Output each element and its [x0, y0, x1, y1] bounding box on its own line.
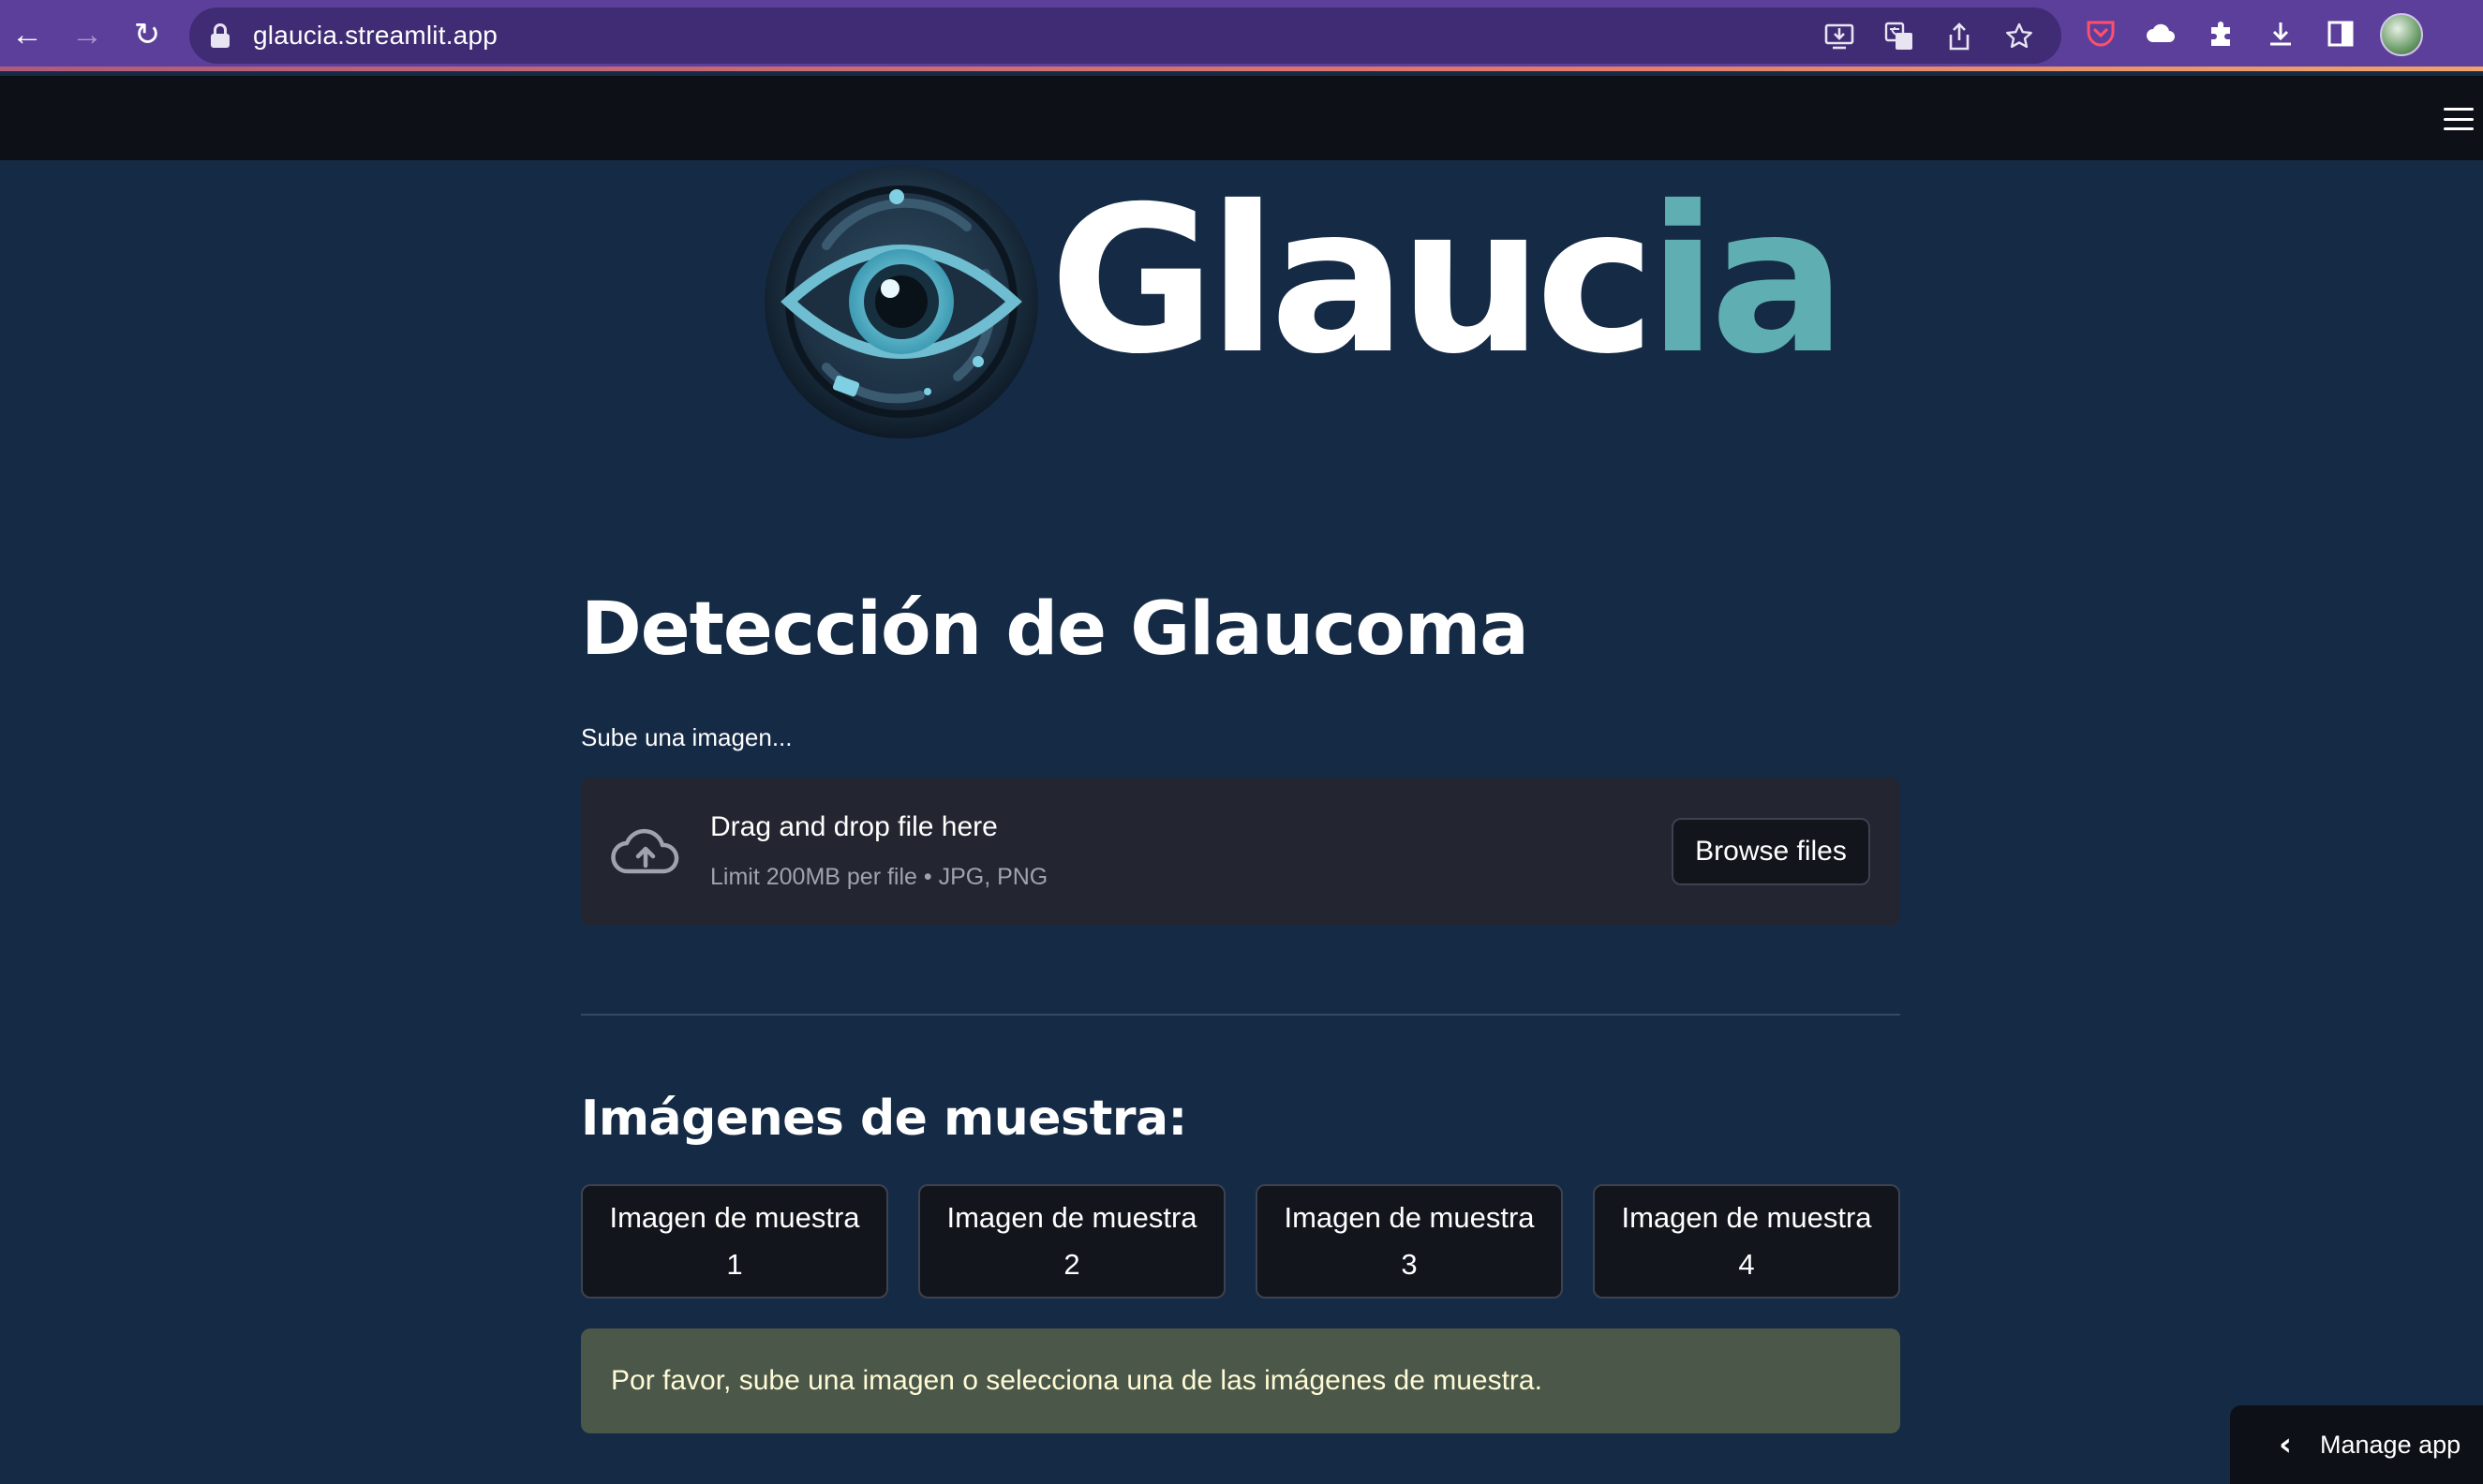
pocket-icon[interactable] [2080, 13, 2121, 54]
side-panel-icon[interactable] [2320, 13, 2361, 54]
page-title: Detección de Glaucoma [581, 587, 1529, 672]
file-dropzone[interactable]: Drag and drop file here Limit 200MB per … [581, 778, 1900, 926]
install-app-icon[interactable] [1820, 17, 1859, 56]
sample-button-number: 3 [1401, 1248, 1418, 1281]
lock-icon[interactable] [210, 23, 230, 48]
sample-button-label: Imagen de muestra [1621, 1201, 1872, 1234]
sample-button-number: 1 [726, 1248, 743, 1281]
app-header [0, 76, 2483, 160]
sample-image-button-2[interactable]: Imagen de muestra 2 [918, 1184, 1226, 1298]
upload-label: Sube una imagen... [581, 723, 793, 751]
info-alert: Por favor, sube una imagen o selecciona … [581, 1328, 1900, 1433]
profile-avatar[interactable] [2380, 13, 2423, 56]
reload-icon[interactable]: ↻ [126, 13, 169, 56]
sample-image-button-3[interactable]: Imagen de muestra 3 [1256, 1184, 1563, 1298]
bookmark-star-icon[interactable] [2000, 17, 2039, 56]
sample-image-button-1[interactable]: Imagen de muestra 1 [581, 1184, 888, 1298]
manage-app-label: Manage app [2320, 1430, 2461, 1459]
section-divider [581, 1014, 1900, 1016]
manage-app-button[interactable]: ‹ Manage app [2230, 1405, 2483, 1484]
sample-image-button-4[interactable]: Imagen de muestra 4 [1593, 1184, 1900, 1298]
sample-images-row: Imagen de muestra 1 Imagen de muestra 2 … [581, 1184, 1900, 1298]
dropzone-limit-text: Limit 200MB per file • JPG, PNG [710, 864, 1048, 890]
address-bar[interactable]: glaucia.streamlit.app [189, 7, 2061, 64]
glaucia-logo: Glaucia [761, 161, 1847, 442]
cloud-extension-icon[interactable] [2140, 13, 2181, 54]
dropzone-title: Drag and drop file here [710, 811, 998, 842]
chevron-left-icon: ‹ [2279, 1426, 2293, 1463]
sample-button-label: Imagen de muestra [946, 1201, 1197, 1234]
sample-button-number: 2 [1063, 1248, 1080, 1281]
back-arrow-icon[interactable]: ← [6, 13, 49, 56]
cloud-upload-icon [611, 828, 679, 874]
sample-button-label: Imagen de muestra [609, 1201, 860, 1234]
translate-icon[interactable] [1880, 17, 1919, 56]
eye-logo-icon [765, 165, 1038, 438]
sample-button-number: 4 [1738, 1248, 1755, 1281]
browser-toolbar: ← → ↻ glaucia.streamlit.app [0, 0, 2483, 71]
sample-button-label: Imagen de muestra [1284, 1201, 1535, 1234]
url-text[interactable]: glaucia.streamlit.app [253, 21, 498, 51]
logo-wordmark: Glaucia [1049, 180, 1847, 382]
hamburger-menu-icon[interactable] [2444, 108, 2474, 130]
logo-word-main: Glauc [1049, 163, 1656, 398]
browse-files-button[interactable]: Browse files [1672, 818, 1870, 885]
downloads-icon[interactable] [2260, 13, 2301, 54]
samples-section-title: Imágenes de muestra: [581, 1091, 1187, 1147]
logo-word-accent: ia [1647, 163, 1847, 398]
share-icon[interactable] [1940, 17, 1979, 56]
toolbar-accent-line [0, 67, 2483, 71]
extensions-puzzle-icon[interactable] [2200, 13, 2241, 54]
forward-arrow-icon[interactable]: → [66, 13, 109, 56]
